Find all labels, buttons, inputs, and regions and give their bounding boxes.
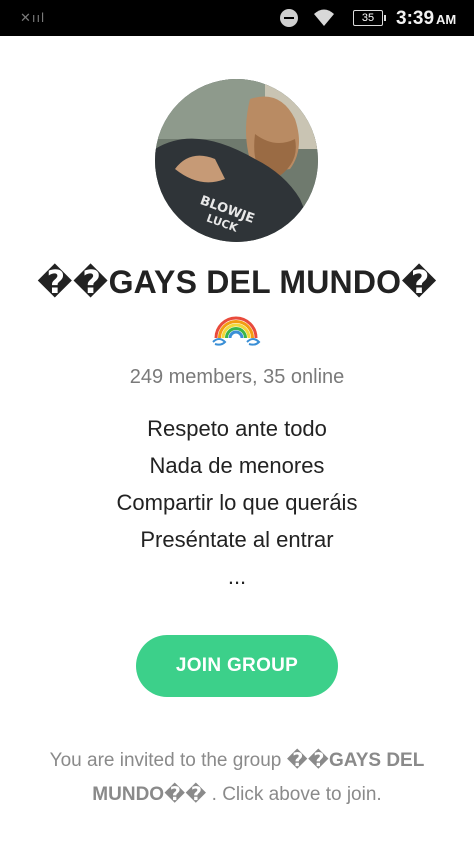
description-line: ...: [227, 564, 247, 589]
invite-suffix: . Click above to join.: [206, 784, 382, 805]
signal-icon: ✕ııl: [20, 10, 46, 25]
invite-prefix: You are invited to the group: [49, 750, 287, 771]
clock: 3:39 AM: [396, 8, 456, 30]
join-group-button[interactable]: JOIN GROUP: [136, 635, 338, 697]
invite-message: You are invited to the group ��GAYS DEL …: [30, 744, 444, 812]
description-line: Preséntate al entrar: [140, 527, 334, 552]
description-line: Nada de menores: [149, 453, 325, 478]
clock-time: 3:39: [396, 8, 435, 29]
description-line: Compartir lo que queráis: [116, 490, 358, 515]
do-not-disturb-icon: [280, 9, 298, 27]
group-description: Respeto ante todo Nada de menores Compar…: [0, 410, 474, 595]
battery-icon: 35: [353, 10, 386, 26]
member-count: 249 members, 35 online: [129, 366, 345, 388]
rainbow-icon: [211, 310, 261, 350]
description-line: Respeto ante todo: [147, 416, 327, 441]
group-avatar-image: BLOWJE LUCK: [155, 79, 318, 242]
group-title: ��GAYS DEL MUNDO�: [36, 264, 438, 300]
clock-ampm: AM: [436, 12, 457, 27]
status-bar: ✕ııl 35 3:39 AM: [0, 0, 474, 36]
wifi-icon: [312, 6, 336, 34]
